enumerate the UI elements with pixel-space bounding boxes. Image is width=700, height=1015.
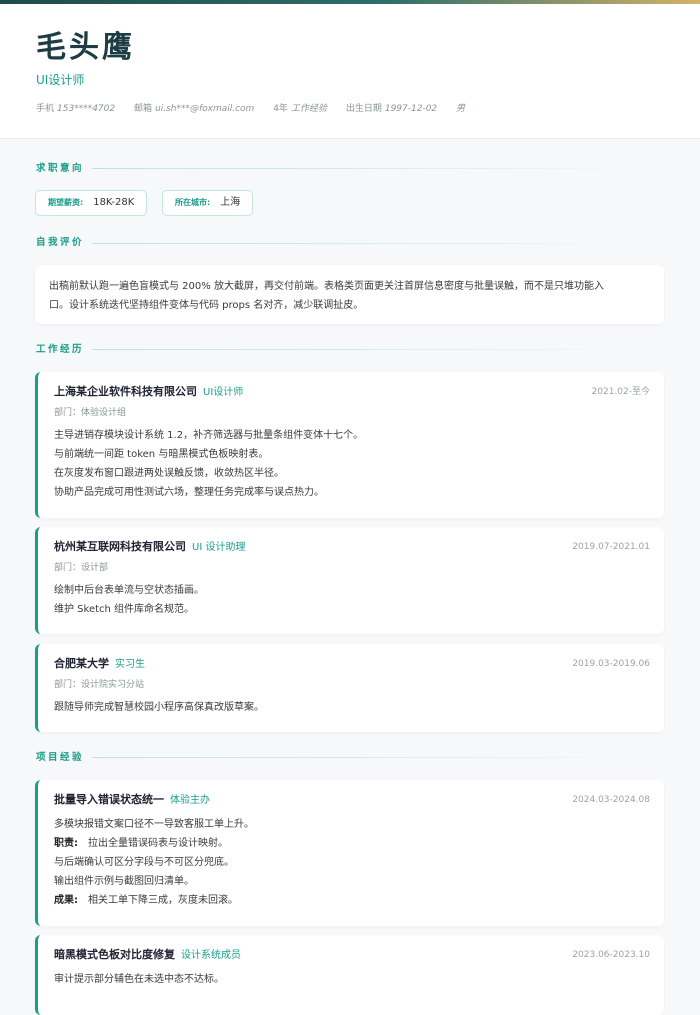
experience-value: 工作经验 bbox=[290, 104, 327, 114]
project-name: 暗黑模式色板对比度修复 设计系统成员 bbox=[54, 947, 241, 964]
birth-label: 出生日期 bbox=[345, 104, 382, 114]
summary-line: 口。设计系统迭代坚持组件变体与代码 props 名对齐，减少联调扯皮。 bbox=[49, 300, 364, 311]
section-title-summary: 自我评价 bbox=[36, 237, 85, 248]
experience-label: 4年 bbox=[273, 104, 288, 114]
project-card: 批量导入错误状态统一 体验主办 2024.03-2024.08 多模块报错文案口径… bbox=[35, 780, 664, 926]
candidate-name: 毛头鹰 bbox=[36, 30, 135, 65]
duty-line: 协助产品完成可用性测试六场，整理任务完成率与误点热力。 bbox=[54, 487, 324, 498]
email-label: 邮箱 bbox=[133, 104, 152, 114]
candidate-title: UI设计师 bbox=[36, 73, 85, 87]
phone-value: 153****4702 bbox=[57, 104, 116, 114]
city-label: 所在城市: bbox=[175, 198, 211, 207]
work-date: 2019.07-2021.01 bbox=[572, 542, 650, 552]
section-title-projects: 项目经验 bbox=[36, 752, 85, 763]
result-text: 相关工单下降三成，灰度未回滚。 bbox=[88, 895, 238, 906]
summary-line: 出稿前默认跑一遍色盲模式与 200% 放大截屏，再交付前端。表格类页面更关注首屏… bbox=[49, 281, 604, 292]
duty-line: 维护 Sketch 组件库命名规范。 bbox=[54, 604, 195, 615]
project-label: 暗黑模式色板对比度修复 bbox=[54, 948, 175, 961]
company-label: 合肥某大学 bbox=[54, 657, 109, 670]
project-duty-line: 职责: 拉出全量错误码表与设计映射。 bbox=[54, 834, 254, 853]
department: 部门：设计部 bbox=[54, 563, 109, 573]
project-line: 多模块报错文案口径不一导致客服工单上升。 bbox=[54, 819, 254, 830]
project-date: 2024.03-2024.08 bbox=[572, 795, 650, 805]
project-details: 多模块报错文案口径不一导致客服工单上升。 职责: 拉出全量错误码表与设计映射。 与… bbox=[54, 815, 254, 910]
department: 部门：设计院实习分站 bbox=[54, 680, 145, 690]
salary-value: 18K-28K bbox=[93, 197, 135, 208]
section-divider bbox=[92, 757, 632, 758]
birth-value: 1997-12-02 bbox=[384, 104, 438, 114]
duty-line: 主导进销存模块设计系统 1.2，补齐筛选器与批量条组件变体十七个。 bbox=[54, 430, 364, 441]
work-duties: 主导进销存模块设计系统 1.2，补齐筛选器与批量条组件变体十七个。 与前端统一间… bbox=[54, 426, 363, 502]
salary-label: 期望薪资: bbox=[48, 198, 84, 207]
section-title-intent: 求职意向 bbox=[36, 163, 85, 174]
contact-info: 手机 153****4702 邮箱 ui.sh***@foxmail.com 4年工… bbox=[36, 102, 481, 116]
phone-info: 手机 153****4702 bbox=[36, 104, 115, 114]
gender-value: 男 bbox=[456, 104, 466, 114]
email-value: ui.sh***@foxmail.com bbox=[155, 104, 255, 114]
project-line: 输出组件示例与截图回归清单。 bbox=[54, 876, 194, 887]
work-date: 2021.02-至今 bbox=[591, 387, 650, 397]
duty-label: 职责: bbox=[54, 838, 78, 849]
experience-info: 4年 工作经验 bbox=[273, 104, 327, 114]
project-line: 与后端确认可区分字段与不可区分兜底。 bbox=[54, 857, 234, 868]
summary-card: 出稿前默认跑一遍色盲模式与 200% 放大截屏，再交付前端。表格类页面更关注首屏… bbox=[35, 265, 664, 324]
work-date: 2019.03-2019.06 bbox=[572, 659, 650, 669]
work-card: 上海某企业软件科技有限公司 UI设计师 2021.02-至今 部门：体验设计组 主… bbox=[35, 372, 664, 518]
work-card: 杭州某互联网科技有限公司 UI 设计助理 2019.07-2021.01 部门：设… bbox=[35, 527, 664, 634]
project-line: 审计提示部分辅色在未选中态不达标。 bbox=[54, 974, 224, 985]
resume-header: 毛头鹰 UI设计师 手机 153****4702 邮箱 ui.sh***@foxma… bbox=[0, 4, 700, 139]
project-role: 体验主办 bbox=[170, 795, 210, 806]
project-role: 设计系统成员 bbox=[181, 950, 241, 961]
duty-line: 跟随导师完成智慧校园小程序高保真改版草案。 bbox=[54, 702, 264, 713]
work-duties: 绘制中后台表单流与空状态插画。 维护 Sketch 组件库命名规范。 bbox=[54, 581, 204, 619]
company-name: 合肥某大学 实习生 bbox=[54, 656, 145, 673]
project-date: 2023.06-2023.10 bbox=[572, 950, 650, 960]
project-details: 审计提示部分辅色在未选中态不达标。 bbox=[54, 970, 224, 989]
job-role: 实习生 bbox=[115, 659, 145, 670]
work-duties: 跟随导师完成智慧校园小程序高保真改版草案。 bbox=[54, 698, 264, 717]
project-card: 暗黑模式色板对比度修复 设计系统成员 2023.06-2023.10 审计提示部分… bbox=[35, 935, 664, 1015]
section-divider bbox=[92, 168, 632, 169]
phone-label: 手机 bbox=[36, 104, 55, 114]
email-info: 邮箱 ui.sh***@foxmail.com bbox=[134, 104, 254, 114]
company-name: 上海某企业软件科技有限公司 UI设计师 bbox=[54, 384, 243, 401]
city-value: 上海 bbox=[220, 197, 241, 208]
department: 部门：体验设计组 bbox=[54, 408, 127, 418]
project-name: 批量导入错误状态统一 体验主办 bbox=[54, 792, 210, 809]
duty-line: 在灰度发布窗口跟进两处误触反馈，收敛热区半径。 bbox=[54, 468, 284, 479]
section-title-work: 工作经历 bbox=[36, 344, 85, 355]
company-label: 杭州某互联网科技有限公司 bbox=[54, 540, 186, 553]
salary-tag: 期望薪资: 18K-28K bbox=[35, 190, 148, 216]
job-role: UI设计师 bbox=[203, 387, 244, 398]
company-label: 上海某企业软件科技有限公司 bbox=[54, 385, 197, 398]
job-role: UI 设计助理 bbox=[192, 542, 246, 553]
duty-text: 拉出全量错误码表与设计映射。 bbox=[88, 838, 228, 849]
duty-line: 绘制中后台表单流与空状态插画。 bbox=[54, 585, 204, 596]
project-result-line: 成果: 相关工单下降三成，灰度未回滚。 bbox=[54, 891, 254, 910]
work-card: 合肥某大学 实习生 2019.03-2019.06 部门：设计院实习分站 跟随导师… bbox=[35, 644, 664, 732]
city-tag: 所在城市: 上海 bbox=[162, 190, 254, 216]
result-label: 成果: bbox=[54, 895, 78, 906]
company-name: 杭州某互联网科技有限公司 UI 设计助理 bbox=[54, 539, 245, 556]
project-label: 批量导入错误状态统一 bbox=[54, 793, 164, 806]
section-divider bbox=[92, 349, 632, 350]
section-divider bbox=[92, 243, 632, 244]
birth-info: 出生日期 1997-12-02 bbox=[346, 104, 437, 114]
duty-line: 与前端统一间距 token 与暗黑模式色板映射表。 bbox=[54, 449, 269, 460]
